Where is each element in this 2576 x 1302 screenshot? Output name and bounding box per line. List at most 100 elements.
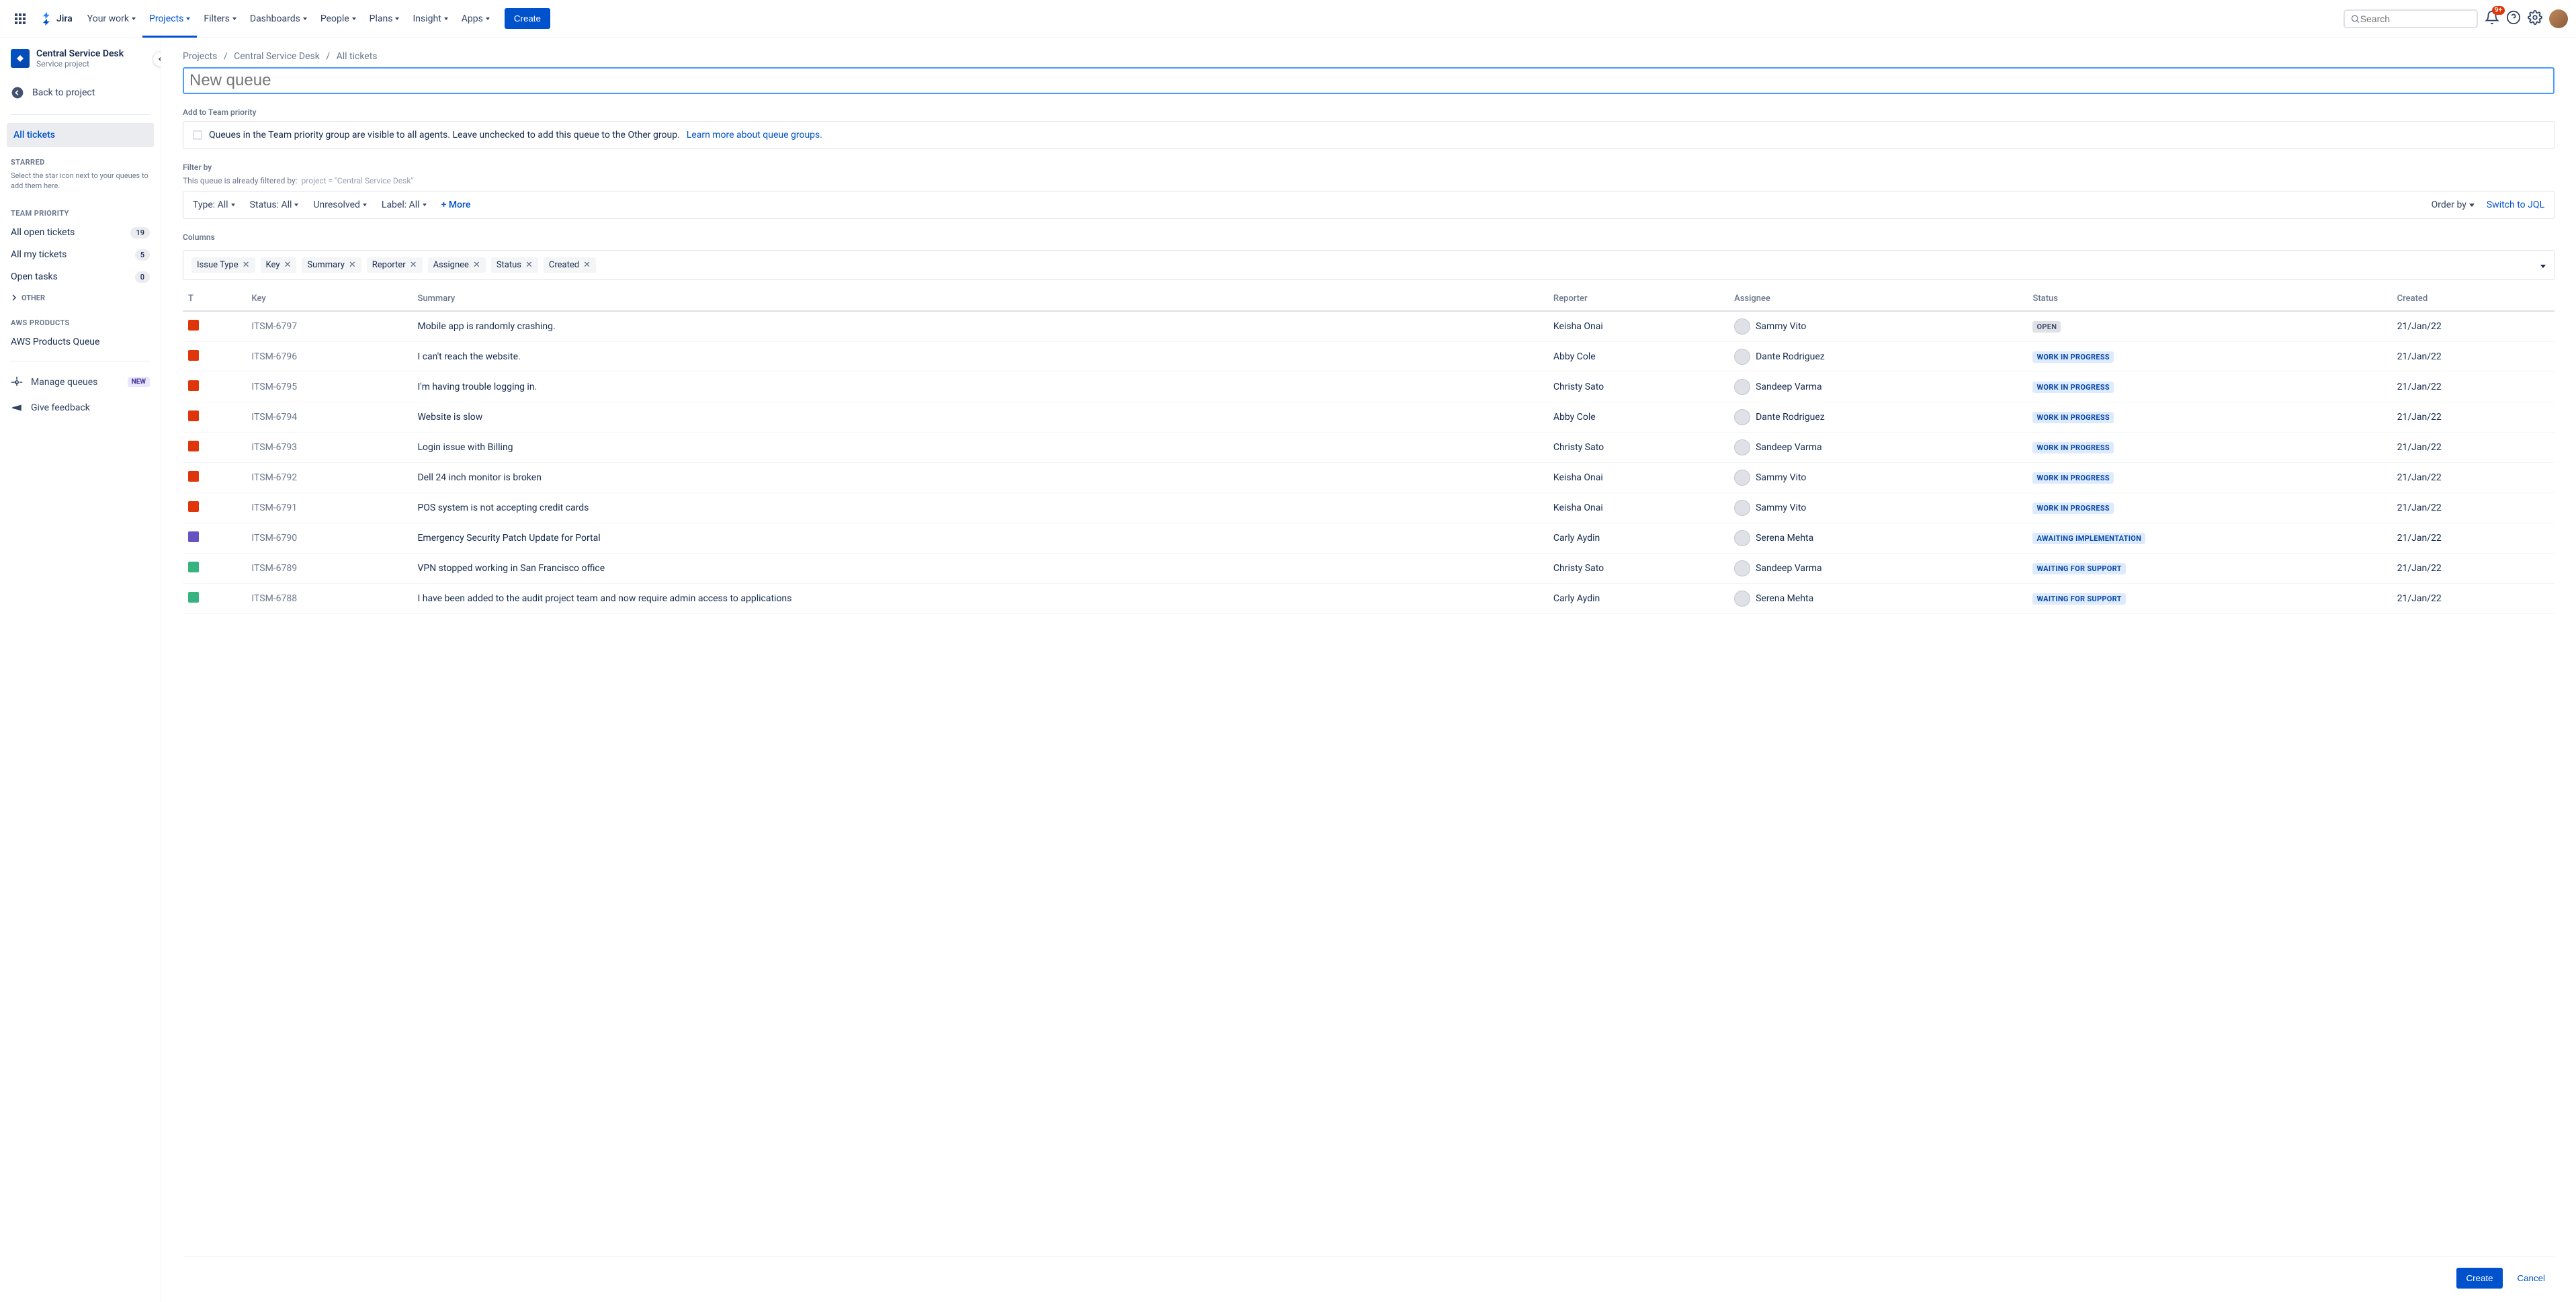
filter-chip[interactable]: Unresolved [313,200,366,210]
issue-created: 21/Jan/22 [2392,523,2554,554]
nav-item-filters[interactable]: Filters [197,8,243,30]
team-priority-link[interactable]: Learn more about queue groups. [687,130,822,140]
columns-dropdown-icon[interactable] [2540,260,2546,271]
column-chip[interactable]: Status✕ [491,257,538,273]
issue-reporter: Christy Sato [1548,372,1729,402]
issue-summary[interactable]: Emergency Security Patch Update for Port… [412,523,1547,554]
table-row[interactable]: ITSM-6791POS system is not accepting cre… [183,493,2554,523]
column-header[interactable]: Summary [412,287,1547,311]
filter-chip[interactable]: Status: All [250,200,299,210]
issue-summary[interactable]: POS system is not accepting credit cards [412,493,1547,523]
issue-created: 21/Jan/22 [2392,554,2554,584]
issue-key[interactable]: ITSM-6789 [246,554,412,584]
table-row[interactable]: ITSM-6790Emergency Security Patch Update… [183,523,2554,554]
column-header[interactable]: Assignee [1729,287,2027,311]
team-priority-label: TEAM PRIORITY [0,198,161,222]
filter-more-link[interactable]: + More [441,200,471,210]
issue-summary[interactable]: I'm having trouble logging in. [412,372,1547,402]
breadcrumb-projects[interactable]: Projects [183,51,217,62]
column-chip[interactable]: Reporter✕ [367,257,423,273]
switch-jql-link[interactable]: Switch to JQL [2487,200,2544,210]
filter-chip[interactable]: Type: All [193,200,235,210]
filter-chip[interactable]: Label: All [382,200,427,210]
jira-logo[interactable]: Jira [35,9,78,28]
column-header[interactable]: Reporter [1548,287,1729,311]
nav-item-apps[interactable]: Apps [455,8,497,30]
table-row[interactable]: ITSM-6795I'm having trouble logging in.C… [183,372,2554,402]
breadcrumb-project[interactable]: Central Service Desk [234,51,320,62]
queue-name-input[interactable] [183,67,2554,94]
issue-created: 21/Jan/22 [2392,402,2554,433]
issue-summary[interactable]: I can't reach the website. [412,342,1547,372]
issue-key[interactable]: ITSM-6797 [246,311,412,342]
issue-summary[interactable]: Login issue with Billing [412,433,1547,463]
app-switcher-icon[interactable] [8,7,32,31]
column-chip[interactable]: Created✕ [544,257,596,273]
issue-key[interactable]: ITSM-6795 [246,372,412,402]
issue-key[interactable]: ITSM-6794 [246,402,412,433]
order-by-dropdown[interactable]: Order by [2432,200,2475,210]
issue-key[interactable]: ITSM-6793 [246,433,412,463]
aws-queue-link[interactable]: AWS Products Queue [0,331,161,353]
table-row[interactable]: ITSM-6793Login issue with BillingChristy… [183,433,2554,463]
status-badge: OPEN [2032,321,2061,333]
issue-summary[interactable]: Dell 24 inch monitor is broken [412,463,1547,493]
issue-summary[interactable]: Website is slow [412,402,1547,433]
issue-summary[interactable]: I have been added to the audit project t… [412,584,1547,614]
issue-type-icon [188,562,199,572]
all-tickets-link[interactable]: All tickets [7,123,154,147]
other-section[interactable]: OTHER [0,288,161,308]
aws-products-label: AWS PRODUCTS [0,308,161,331]
manage-queues-link[interactable]: Manage queues NEW [0,370,161,395]
issue-created: 21/Jan/22 [2392,372,2554,402]
footer-create-button[interactable]: Create [2456,1268,2502,1289]
queue-link[interactable]: All open tickets19 [0,222,161,244]
team-priority-checkbox[interactable] [193,130,202,140]
nav-item-plans[interactable]: Plans [363,8,406,30]
column-header[interactable]: Key [246,287,412,311]
issue-assignee: Sandeep Varma [1756,563,1822,574]
table-row[interactable]: ITSM-6796I can't reach the website.Abby … [183,342,2554,372]
footer-cancel-button[interactable]: Cancel [2508,1268,2555,1289]
nav-item-insight[interactable]: Insight [406,8,454,30]
issue-created: 21/Jan/22 [2392,584,2554,614]
back-to-project-link[interactable]: Back to project [0,79,161,106]
table-row[interactable]: ITSM-6788I have been added to the audit … [183,584,2554,614]
issue-summary[interactable]: VPN stopped working in San Francisco off… [412,554,1547,584]
help-icon[interactable] [2506,10,2521,28]
issue-type-icon [188,410,199,421]
issue-key[interactable]: ITSM-6791 [246,493,412,523]
issue-summary[interactable]: Mobile app is randomly crashing. [412,311,1547,342]
issue-key[interactable]: ITSM-6796 [246,342,412,372]
table-row[interactable]: ITSM-6794Website is slowAbby ColeDante R… [183,402,2554,433]
give-feedback-link[interactable]: Give feedback [0,395,161,421]
settings-icon[interactable] [2528,10,2542,28]
aws-queue-label: AWS Products Queue [11,337,99,347]
search-box[interactable] [2344,9,2478,28]
issue-created: 21/Jan/22 [2392,342,2554,372]
issue-key[interactable]: ITSM-6788 [246,584,412,614]
issue-key[interactable]: ITSM-6792 [246,463,412,493]
nav-item-dashboards[interactable]: Dashboards [243,8,314,30]
column-chip[interactable]: Summary✕ [302,257,361,273]
column-chip[interactable]: Issue Type✕ [191,257,255,273]
column-chip[interactable]: Assignee✕ [428,257,486,273]
column-header[interactable]: Status [2027,287,2391,311]
issue-key[interactable]: ITSM-6790 [246,523,412,554]
queue-link[interactable]: All my tickets5 [0,244,161,266]
search-input[interactable] [2360,13,2471,24]
create-button[interactable]: Create [505,8,550,29]
breadcrumb-alltickets[interactable]: All tickets [337,51,378,62]
table-row[interactable]: ITSM-6789VPN stopped working in San Fran… [183,554,2554,584]
table-row[interactable]: ITSM-6792Dell 24 inch monitor is brokenK… [183,463,2554,493]
column-header[interactable]: T [183,287,246,311]
column-header[interactable]: Created [2392,287,2554,311]
notifications-icon[interactable] [2485,10,2499,28]
nav-item-your-work[interactable]: Your work [81,8,142,30]
table-row[interactable]: ITSM-6797Mobile app is randomly crashing… [183,311,2554,342]
nav-item-people[interactable]: People [314,8,363,30]
profile-avatar[interactable] [2549,9,2568,28]
nav-item-projects[interactable]: Projects [142,8,197,30]
column-chip[interactable]: Key✕ [261,257,297,273]
queue-link[interactable]: Open tasks0 [0,266,161,288]
